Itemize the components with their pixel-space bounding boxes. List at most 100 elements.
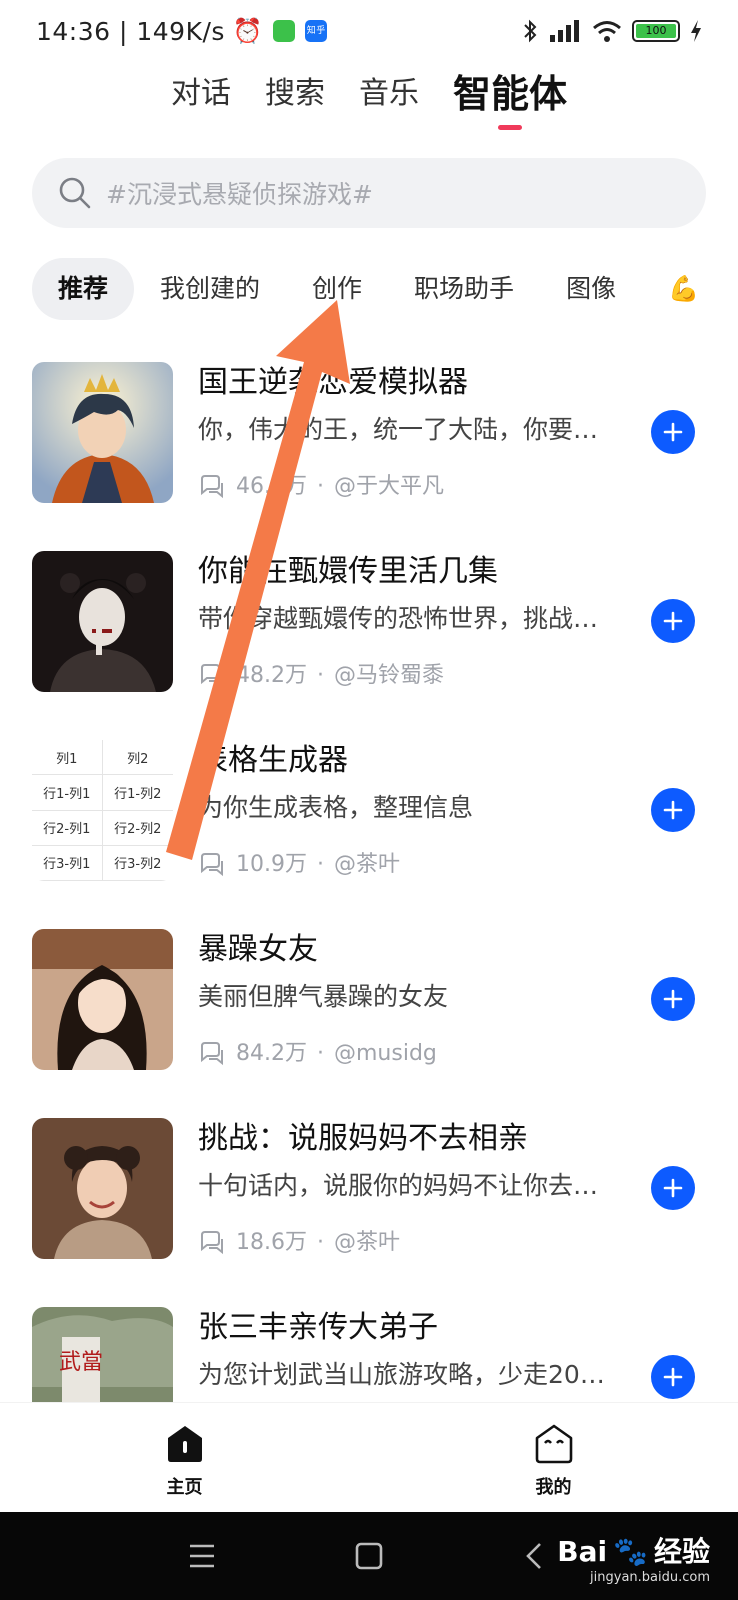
list-item[interactable]: 你能在甄嬛传里活几集 带你穿越甄嬛传的恐怖世界，挑战… 48.2万 · @马铃蜀… — [0, 551, 738, 740]
chip-my-created[interactable]: 我创建的 — [134, 258, 286, 320]
cell-signal-icon — [550, 20, 579, 42]
tab-music[interactable]: 音乐 — [359, 72, 419, 116]
agent-avatar-mother — [32, 1118, 173, 1259]
tab-search[interactable]: 搜索 — [265, 72, 325, 116]
battery-icon: 100 — [632, 20, 680, 42]
agent-avatar-girlfriend — [32, 929, 173, 1070]
add-agent-button[interactable] — [651, 977, 695, 1021]
agent-meta: 48.2万 · @马铃蜀黍 — [198, 661, 444, 691]
agent-name: 表格生成器 — [198, 743, 348, 778]
wudang-sign-text: 武當 — [59, 1350, 103, 1375]
agent-author: @茶叶 — [334, 852, 401, 877]
agent-description: 为您计划武当山旅游攻略，少走20… — [198, 1360, 605, 1389]
agent-name: 张三丰亲传大弟子 — [198, 1310, 438, 1345]
list-item[interactable]: 武當 张三丰亲传大弟子 为您计划武当山旅游攻略，少走20… — [0, 1307, 738, 1402]
tab-chat[interactable]: 对话 — [171, 72, 231, 116]
profile-face-icon — [535, 1424, 572, 1464]
chat-bubble-icon — [201, 1231, 223, 1255]
add-agent-button[interactable] — [651, 1355, 695, 1399]
battery-level: 100 — [636, 24, 676, 38]
table-cell: 行2-列1 — [32, 810, 103, 846]
agent-meta: 84.2万 · @musidg — [198, 1039, 437, 1069]
table-cell: 行1-列1 — [32, 775, 103, 811]
list-item[interactable]: 列1 列2 行1-列1 行1-列2 行2-列1 行2-列2 行3-列1 行3-列… — [0, 740, 738, 929]
search-input[interactable]: #沉浸式悬疑侦探游戏# — [32, 158, 706, 228]
meta-separator: · — [317, 663, 324, 688]
table-cell: 列1 — [32, 740, 103, 776]
tab-agents[interactable]: 智能体 — [453, 72, 567, 116]
home-icon — [167, 1426, 202, 1462]
chip-more[interactable]: 💪 — [642, 258, 699, 320]
plus-icon — [663, 800, 683, 820]
add-agent-button[interactable] — [651, 788, 695, 832]
table-cell: 行1-列2 — [102, 775, 173, 811]
agent-author: @于大平凡 — [334, 474, 445, 499]
table-cell: 列2 — [102, 740, 173, 776]
agent-list: 国王逆袭恋爱模拟器 你，伟大的王，统一了大陆，你要… 46.1万 · @于大平凡… — [0, 362, 738, 1402]
list-item[interactable]: 挑战：说服妈妈不去相亲 十句话内，说服你的妈妈不让你去… 18.6万 · @茶叶 — [0, 1118, 738, 1307]
paw-icon: 🐾 — [613, 1535, 648, 1568]
bluetooth-icon — [524, 19, 537, 43]
baidu-jingyan-watermark: Bai 🐾 经验 jingyan.baidu.com — [557, 1530, 710, 1585]
plus-icon — [663, 611, 683, 631]
list-item[interactable]: 国王逆袭恋爱模拟器 你，伟大的王，统一了大陆，你要… 46.1万 · @于大平凡 — [0, 362, 738, 551]
nav-home[interactable]: 主页 — [0, 1403, 369, 1512]
watermark-brand: Bai — [557, 1535, 608, 1568]
alarm-icon: ⏰ — [232, 17, 264, 45]
charging-icon — [691, 20, 701, 42]
agent-avatar-table: 列1 列2 行1-列1 行1-列2 行2-列1 行2-列2 行3-列1 行3-列… — [32, 740, 173, 881]
table-cell: 行3-列2 — [102, 846, 173, 881]
plus-icon — [663, 1367, 683, 1387]
status-bar: 14:36 | 149K/s ⏰ 知乎 100 — [0, 0, 738, 62]
chat-count: 18.6万 — [236, 1230, 307, 1255]
watermark-suffix: 经验 — [653, 1535, 710, 1568]
chip-recommended[interactable]: 推荐 — [32, 258, 135, 320]
chat-count: 10.9万 — [236, 852, 307, 877]
status-time-speed: 14:36 | 149K/s — [36, 16, 225, 46]
download-app-icon — [273, 20, 296, 42]
agent-avatar-zhenhuan — [32, 551, 173, 692]
agent-meta: 18.6万 · @茶叶 — [198, 1228, 400, 1258]
status-left: 14:36 | 149K/s ⏰ 知乎 — [36, 16, 328, 46]
meta-separator: · — [317, 852, 324, 877]
plus-icon — [663, 989, 683, 1009]
nav-profile[interactable]: 我的 — [369, 1403, 738, 1512]
back-chevron-icon[interactable] — [524, 1536, 544, 1576]
category-chips: 推荐 我创建的 创作 职场助手 图像 💪 — [32, 258, 738, 320]
chat-bubble-icon — [201, 475, 223, 499]
wifi-icon — [593, 21, 621, 42]
chip-image[interactable]: 图像 — [540, 258, 642, 320]
add-agent-button[interactable] — [651, 1166, 695, 1210]
menu-icon[interactable] — [188, 1536, 216, 1576]
add-agent-button[interactable] — [651, 599, 695, 643]
agent-name: 挑战：说服妈妈不去相亲 — [198, 1121, 528, 1156]
chip-workplace-assistant[interactable]: 职场助手 — [388, 258, 540, 320]
agent-avatar-wudang: 武當 — [32, 1307, 173, 1402]
agent-author: @茶叶 — [334, 1230, 401, 1255]
nav-home-label: 主页 — [166, 1477, 203, 1498]
meta-separator: · — [317, 1041, 324, 1066]
agent-author: @musidg — [334, 1041, 437, 1066]
list-item[interactable]: 暴躁女友 美丽但脾气暴躁的女友 84.2万 · @musidg — [0, 929, 738, 1118]
add-agent-button[interactable] — [651, 410, 695, 454]
agent-description: 十句话内，说服你的妈妈不让你去… — [198, 1171, 599, 1200]
agent-description: 你，伟大的王，统一了大陆，你要… — [198, 415, 599, 444]
agent-meta: 10.9万 · @茶叶 — [198, 850, 400, 880]
home-square-icon[interactable] — [355, 1536, 383, 1576]
plus-icon — [663, 1178, 683, 1198]
chip-creation[interactable]: 创作 — [286, 258, 388, 320]
agent-description: 带你穿越甄嬛传的恐怖世界，挑战… — [198, 604, 599, 633]
agent-name: 你能在甄嬛传里活几集 — [198, 554, 498, 589]
chat-bubble-icon — [201, 853, 223, 877]
meta-separator: · — [317, 474, 324, 499]
watermark-url: jingyan.baidu.com — [590, 1570, 710, 1585]
agent-description: 为你生成表格，整理信息 — [198, 793, 474, 822]
agent-avatar-king — [32, 362, 173, 503]
status-right: 100 — [522, 18, 702, 44]
search-placeholder: #沉浸式悬疑侦探游戏# — [106, 180, 373, 209]
bottom-nav: 主页 我的 — [0, 1402, 738, 1512]
table-cell: 行2-列2 — [102, 811, 173, 846]
agent-author: @马铃蜀黍 — [334, 663, 445, 688]
meta-separator: · — [317, 1230, 324, 1255]
agent-description: 美丽但脾气暴躁的女友 — [198, 982, 449, 1011]
